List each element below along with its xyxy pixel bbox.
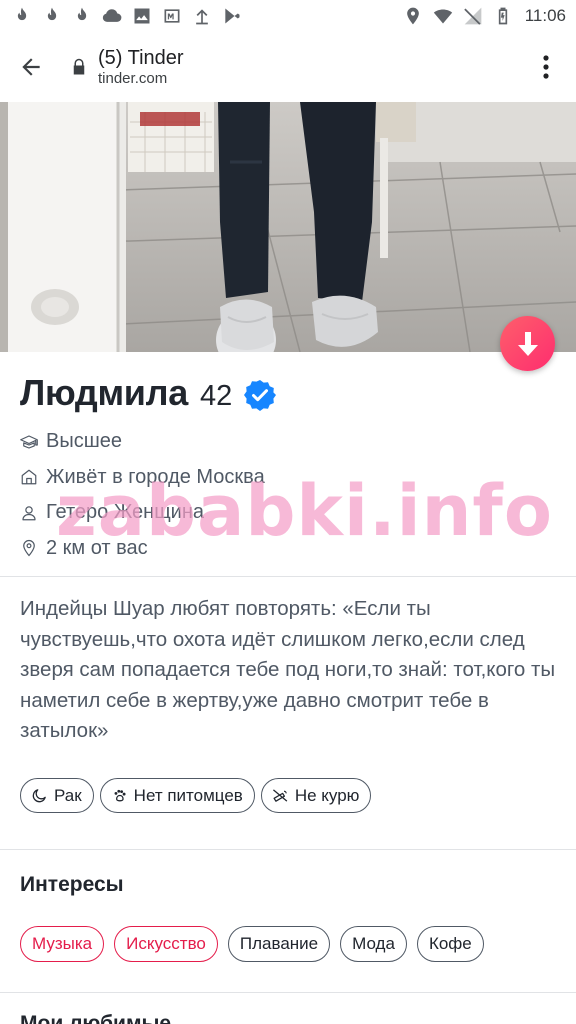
info-city-text: Живёт в городе Москва — [46, 465, 265, 488]
tinder-flame-icon — [72, 6, 92, 26]
favorites-title: Мои любимые — [20, 1012, 172, 1024]
interest-chip-swimming: Плавание — [227, 926, 331, 962]
interests-title: Интересы — [20, 873, 124, 896]
play-store-icon — [222, 6, 242, 26]
divider — [0, 849, 576, 850]
lifestyle-tags: Рак Нет питомцев Не курю — [20, 778, 372, 813]
more-vert-icon — [543, 55, 549, 79]
notification-icons — [12, 6, 242, 26]
browser-toolbar: (5) Tinder tinder.com — [0, 32, 576, 102]
page-domain: tinder.com — [98, 70, 168, 87]
home-icon — [20, 468, 38, 486]
info-orientation: Гетеро Женщина — [20, 495, 265, 531]
back-button[interactable] — [0, 32, 62, 102]
info-education-text: Высшее — [46, 430, 123, 453]
divider — [0, 576, 576, 577]
tinder-flame-icon — [12, 6, 32, 26]
no-smoking-icon — [272, 789, 288, 802]
interest-chip-fashion: Мода — [340, 926, 407, 962]
info-education: Высшее — [20, 424, 265, 460]
upload-icon — [192, 6, 212, 26]
location-pin-icon — [20, 539, 38, 557]
location-icon — [403, 6, 423, 26]
m-app-icon — [162, 6, 182, 26]
tinder-flame-icon — [42, 6, 62, 26]
info-city: Живёт в городе Москва — [20, 460, 265, 496]
page-title: (5) Tinder — [98, 47, 184, 69]
image-icon — [132, 6, 152, 26]
tag-smoking-label: Не курю — [294, 785, 360, 805]
profile-bio: Индейцы Шуар любят повторять: «Если ты ч… — [20, 597, 556, 742]
profile-info-list: Высшее Живёт в городе Москва Гетеро Женщ… — [20, 424, 265, 566]
interest-chip-coffee: Кофе — [416, 926, 484, 962]
interests-list: Музыка Искусство Плавание Мода Кофе — [20, 926, 484, 962]
person-icon — [20, 504, 38, 522]
arrow-left-icon — [22, 58, 40, 76]
education-icon — [20, 433, 38, 451]
tag-smoking: Не курю — [260, 778, 372, 813]
arrow-down-icon — [517, 331, 538, 356]
divider — [0, 992, 576, 993]
info-distance-text: 2 км от вас — [46, 536, 148, 559]
verified-badge-icon[interactable] — [244, 379, 277, 411]
profile-header: Людмила 42 — [20, 372, 277, 414]
clock: 11:06 — [524, 6, 566, 25]
profile-name: Людмила — [20, 372, 188, 413]
moon-icon — [32, 789, 46, 803]
tag-zodiac-label: Рак — [54, 785, 82, 805]
interest-chip-art: Искусство — [114, 926, 218, 962]
status-bar: 11:06 — [0, 0, 576, 32]
wifi-icon — [433, 6, 453, 26]
system-icons: 11:06 — [403, 6, 566, 26]
overflow-menu-button[interactable] — [532, 52, 560, 82]
paw-icon — [114, 789, 126, 802]
info-orientation-text: Гетеро Женщина — [46, 501, 204, 524]
info-distance: 2 км от вас — [20, 531, 265, 567]
tag-pets: Нет питомцев — [99, 778, 255, 813]
collapse-profile-button[interactable] — [500, 316, 555, 371]
no-signal-icon — [463, 6, 483, 26]
profile-age: 42 — [199, 380, 233, 412]
cloud-icon — [102, 6, 122, 26]
profile-photo[interactable] — [0, 102, 576, 352]
lock-icon — [70, 57, 88, 77]
url-display[interactable]: (5) Tinder tinder.com — [98, 46, 184, 88]
tag-pets-label: Нет питомцев — [133, 785, 243, 805]
tag-zodiac: Рак — [20, 778, 94, 813]
interest-chip-music: Музыка — [20, 926, 105, 962]
battery-icon — [493, 6, 513, 26]
